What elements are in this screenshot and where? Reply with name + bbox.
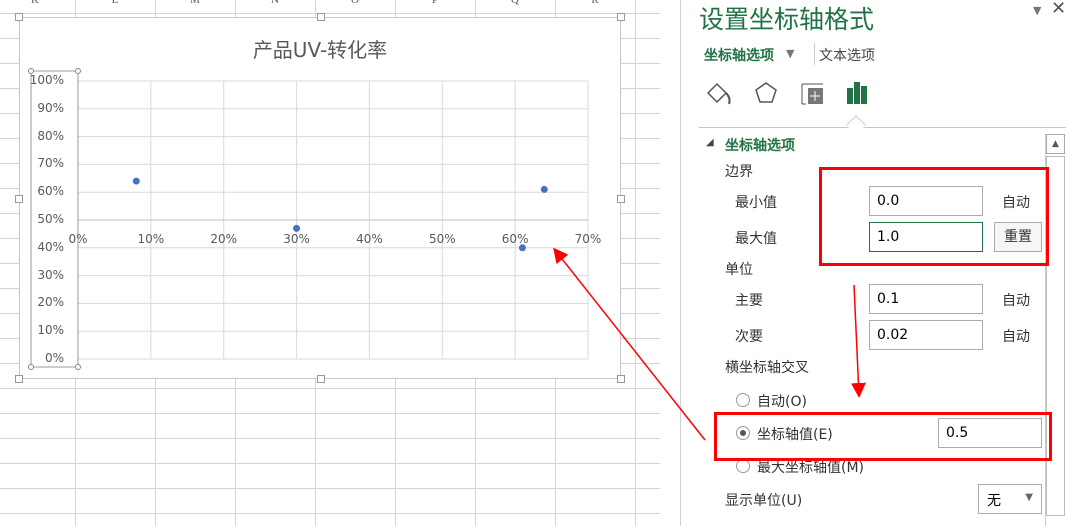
chart-resize-handle[interactable] xyxy=(317,375,325,383)
y-tick-label: 70% xyxy=(37,156,64,171)
size-properties-icon[interactable] xyxy=(799,80,825,106)
scroll-up-button[interactable]: ▲ xyxy=(1046,134,1065,154)
chart-resize-handle[interactable] xyxy=(617,375,625,383)
column-header[interactable]: Q xyxy=(475,0,555,6)
pentagon-effects-icon[interactable] xyxy=(753,80,779,106)
cross-max-radio[interactable] xyxy=(736,459,750,473)
cross-auto-radio[interactable] xyxy=(736,393,750,407)
x-tick-label: 70% xyxy=(574,232,602,246)
cross-auto-label[interactable]: 自动(O) xyxy=(757,391,807,411)
column-header[interactable]: L xyxy=(75,0,155,6)
bounds-label: 边界 xyxy=(725,164,753,180)
x-tick-label: 40% xyxy=(356,232,383,246)
collapse-triangle-icon[interactable]: ◢ xyxy=(706,137,714,148)
display-units-value: 无 xyxy=(987,493,1001,509)
panel-title: 设置坐标轴格式 xyxy=(699,5,875,34)
divider xyxy=(814,43,815,65)
chart-resize-handle[interactable] xyxy=(15,13,23,21)
y-tick-label: 20% xyxy=(37,295,64,310)
chart-resize-handle[interactable] xyxy=(317,13,325,21)
data-point[interactable] xyxy=(293,224,301,232)
selection-handle[interactable] xyxy=(28,364,34,370)
panel-options-dropdown-icon[interactable]: ▼ xyxy=(1033,4,1041,17)
y-tick-label: 30% xyxy=(37,267,64,282)
y-tick-label: 80% xyxy=(37,128,64,143)
y-tick-label: 60% xyxy=(37,184,64,199)
minor-label: 次要 xyxy=(735,329,763,345)
chart-resize-handle[interactable] xyxy=(15,375,23,383)
max-label: 最大值 xyxy=(735,231,777,247)
selection-handle[interactable] xyxy=(75,364,81,370)
minor-auto-status: 自动 xyxy=(1002,329,1030,345)
x-tick-label: 60% xyxy=(501,232,529,246)
highlight-bounds-box xyxy=(819,167,1049,266)
bar-chart-icon[interactable] xyxy=(845,80,871,106)
units-label: 单位 xyxy=(725,262,753,278)
display-units-label: 显示单位(U) xyxy=(725,493,803,509)
cross-label: 横坐标轴交叉 xyxy=(725,360,809,376)
plot-area xyxy=(28,68,589,370)
y-tick-label: 0% xyxy=(44,351,64,365)
highlight-cross-box xyxy=(714,412,1052,461)
chevron-down-icon: ▼ xyxy=(1025,492,1033,503)
x-tick-label: 20% xyxy=(210,232,238,246)
tab-axis-options[interactable]: 坐标轴选项 xyxy=(704,45,774,65)
display-units-select[interactable]: 无 ▼ xyxy=(978,484,1042,514)
chart-resize-handle[interactable] xyxy=(617,13,625,21)
close-icon[interactable]: ✕ xyxy=(1051,0,1066,19)
min-label: 最小值 xyxy=(735,195,777,211)
column-header[interactable]: R xyxy=(555,0,635,6)
y-tick-label: 50% xyxy=(37,212,64,226)
section-axis-options[interactable]: 坐标轴选项 xyxy=(725,135,795,155)
column-header[interactable]: N xyxy=(235,0,315,6)
chart-resize-handle[interactable] xyxy=(617,195,625,203)
y-tick-label: 100% xyxy=(29,73,64,87)
y-tick-label: 10% xyxy=(37,323,64,338)
fill-icon[interactable] xyxy=(705,80,735,106)
major-unit-input[interactable]: 0.1 xyxy=(869,284,983,314)
selection-handle[interactable] xyxy=(75,68,81,74)
chart-resize-handle[interactable] xyxy=(15,195,23,203)
data-point[interactable] xyxy=(132,177,140,185)
minor-unit-input[interactable]: 0.02 xyxy=(869,320,983,350)
tab-text-options[interactable]: 文本选项 xyxy=(819,45,875,65)
column-header[interactable]: K xyxy=(0,0,75,6)
chevron-down-icon[interactable]: ▼ xyxy=(786,47,794,60)
y-tick-label: 90% xyxy=(37,100,64,115)
data-point[interactable] xyxy=(540,185,548,193)
spreadsheet-grid[interactable]: KLMNOPQR 产品UV-转化率 0% 10% 20% 30% 40% 50% 60% 70… xyxy=(0,0,660,526)
major-auto-status: 自动 xyxy=(1002,293,1030,309)
column-header[interactable]: M xyxy=(155,0,235,6)
x-tick-label: 50% xyxy=(428,232,456,246)
x-tick-label: 30% xyxy=(283,232,310,246)
column-header[interactable]: P xyxy=(395,0,475,6)
x-tick-label: 0% xyxy=(68,232,88,246)
tab-pointer xyxy=(846,115,866,135)
column-header[interactable]: O xyxy=(315,0,395,6)
scatter-chart[interactable]: 产品UV-转化率 0% 10% 20% 30% 40% 50% 60% 70% 80% 90% 10… xyxy=(15,13,625,383)
major-label: 主要 xyxy=(735,293,763,309)
format-axis-panel: 设置坐标轴格式 ▼ ✕ 坐标轴选项 ▼ 文本选项 ▲ ◢ 坐标轴选项 边界 最小… xyxy=(680,0,1066,526)
tab-underline xyxy=(699,127,1066,128)
x-tick-label: 10% xyxy=(137,232,165,246)
